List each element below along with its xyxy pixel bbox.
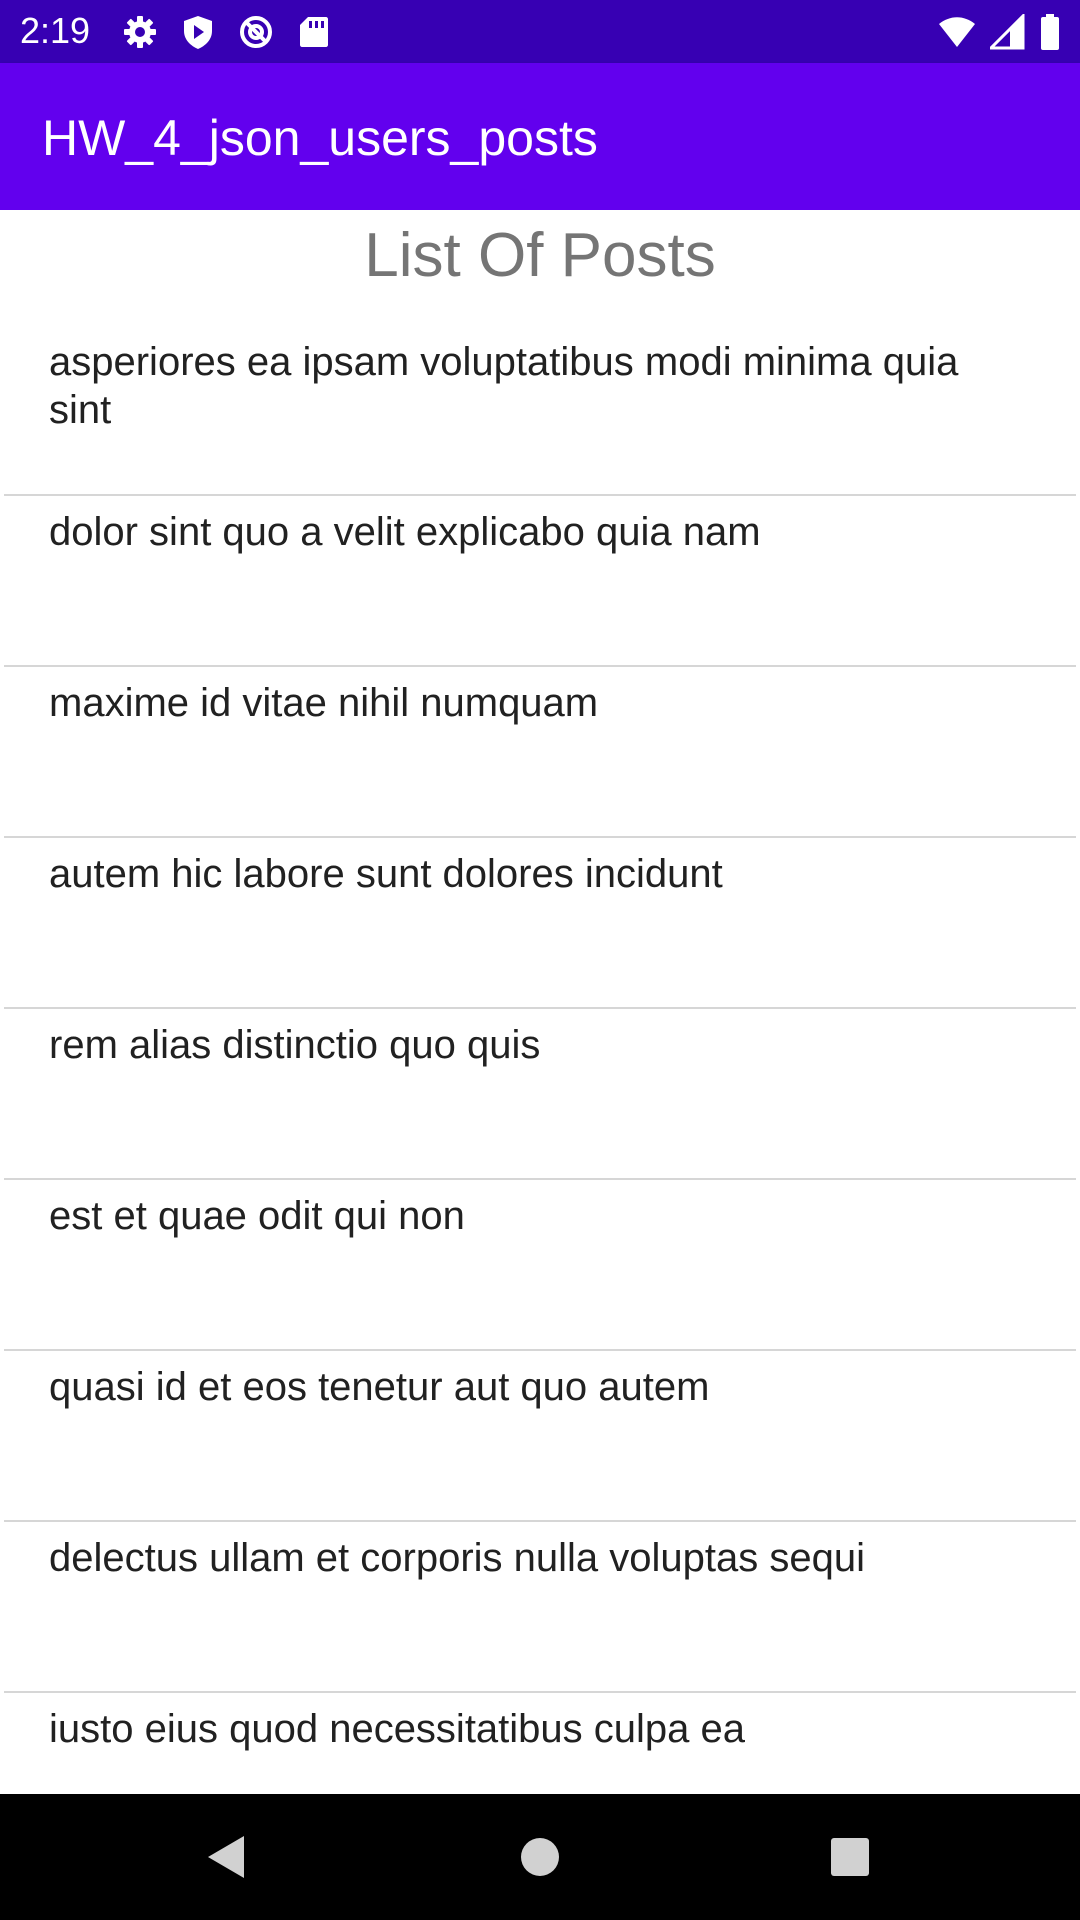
wifi-icon: [938, 14, 976, 55]
post-title: quasi id et eos tenetur aut quo autem: [49, 1365, 710, 1409]
post-title: delectus ullam et corporis nulla volupta…: [49, 1536, 865, 1580]
post-item[interactable]: maxime id vitae nihil numquam: [4, 667, 1076, 838]
post-item[interactable]: est et quae odit qui non: [4, 1180, 1076, 1351]
post-title: asperiores ea ipsam voluptatibus modi mi…: [49, 340, 959, 432]
app-bar: HW_4_json_users_posts: [0, 63, 1080, 210]
posts-screen: List Of Posts asperiores ea ipsam volupt…: [0, 210, 1080, 1794]
navigation-bar: [0, 1794, 1080, 1920]
back-button[interactable]: [192, 1824, 258, 1890]
post-item[interactable]: dolor sint quo a velit explicabo quia na…: [4, 496, 1076, 667]
status-time: 2:19: [20, 10, 91, 51]
post-item[interactable]: asperiores ea ipsam voluptatibus modi mi…: [4, 328, 1076, 496]
vpn-icon: [238, 14, 274, 50]
post-title: autem hic labore sunt dolores incidunt: [49, 852, 723, 896]
post-title: rem alias distinctio quo quis: [49, 1023, 541, 1067]
post-title: maxime id vitae nihil numquam: [49, 681, 599, 725]
recents-button[interactable]: [817, 1824, 883, 1890]
post-item[interactable]: rem alias distinctio quo quis: [4, 1009, 1076, 1180]
page-title: List Of Posts: [364, 221, 716, 290]
sd-card-icon: [296, 14, 332, 50]
back-icon: [208, 1836, 244, 1878]
posts-list[interactable]: asperiores ea ipsam voluptatibus modi mi…: [0, 328, 1080, 1794]
post-item[interactable]: iusto eius quod necessitatibus culpa ea: [4, 1693, 1076, 1794]
post-item[interactable]: delectus ullam et corporis nulla volupta…: [4, 1522, 1076, 1693]
post-title: est et quae odit qui non: [49, 1194, 465, 1238]
post-item[interactable]: quasi id et eos tenetur aut quo autem: [4, 1351, 1076, 1522]
status-bar: 2:19: [0, 0, 1080, 63]
battery-icon: [1040, 14, 1060, 55]
status-left-icons: [122, 14, 354, 50]
shield-icon: [180, 14, 216, 50]
home-button[interactable]: [507, 1824, 573, 1890]
recents-icon: [831, 1838, 869, 1876]
app-title: HW_4_json_users_posts: [42, 110, 598, 166]
post-item[interactable]: autem hic labore sunt dolores incidunt: [4, 838, 1076, 1009]
home-icon: [521, 1838, 559, 1876]
status-right-icons: [924, 12, 1060, 55]
post-title: dolor sint quo a velit explicabo quia na…: [49, 510, 761, 554]
post-title: iusto eius quod necessitatibus culpa ea: [49, 1707, 746, 1751]
settings-icon: [122, 14, 158, 50]
signal-icon: [987, 12, 1026, 55]
